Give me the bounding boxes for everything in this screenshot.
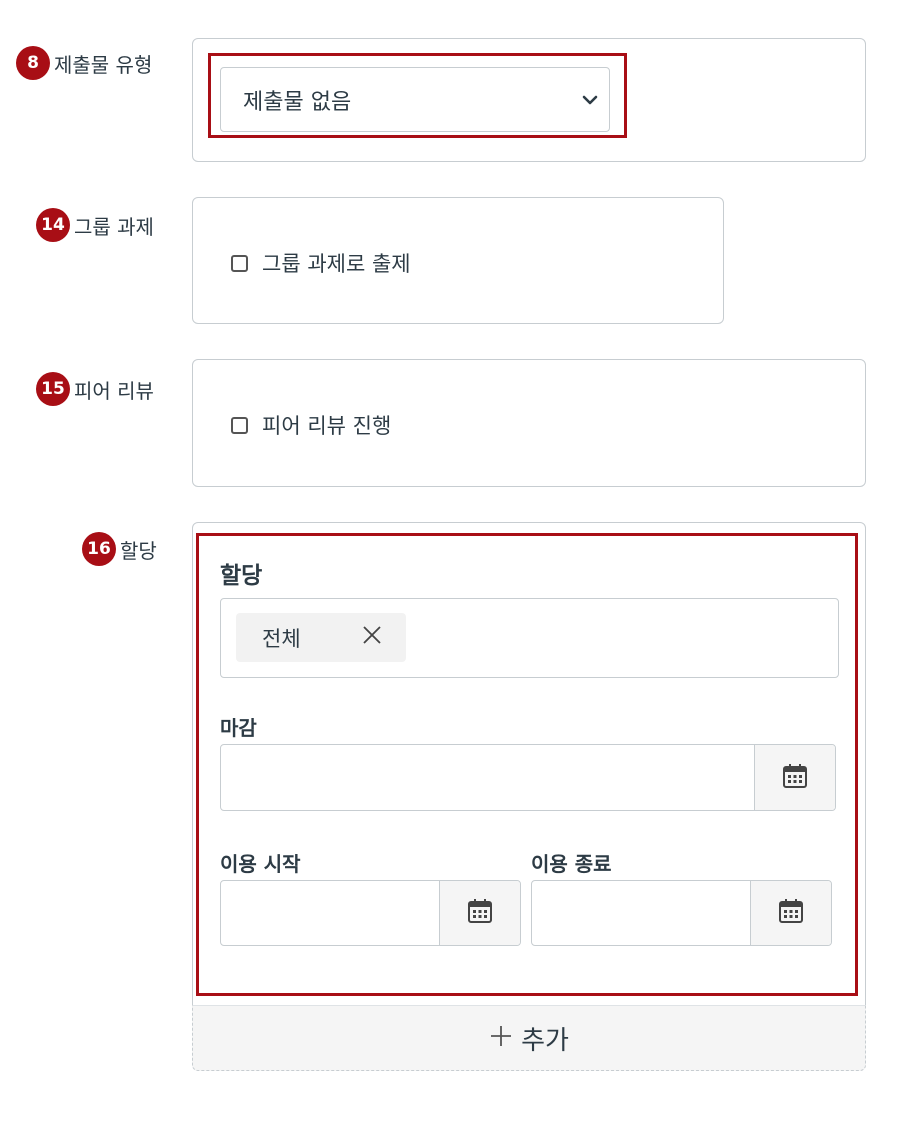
due-date-calendar-button[interactable] [754, 745, 835, 810]
group-assignment-checkbox[interactable] [231, 254, 248, 272]
peer-review-row-label: 15 피어 리뷰 [36, 372, 154, 406]
plus-icon [489, 1022, 513, 1055]
peer-review-checkbox[interactable] [231, 416, 248, 434]
until-input[interactable] [531, 880, 832, 946]
submission-type-select[interactable]: 제출물 없음 [220, 67, 610, 132]
assign-section-title: 할당 [220, 563, 263, 589]
until-label: 이용 종료 [531, 852, 612, 876]
peer-review-checkbox-label: 피어 리뷰 진행 [262, 414, 392, 438]
assign-label: 할당 [120, 538, 157, 563]
add-assignment-button[interactable]: 추가 [192, 1005, 866, 1071]
step-badge: 15 [36, 372, 70, 406]
assign-tag-label: 전체 [262, 626, 301, 651]
due-date-text[interactable] [221, 745, 754, 810]
due-label: 마감 [220, 716, 257, 740]
due-date-input[interactable] [220, 744, 836, 811]
submission-type-selected: 제출물 없음 [243, 89, 352, 115]
group-assignment-label: 그룹 과제 [74, 214, 154, 239]
group-assignment-checkbox-label: 그룹 과제로 출제 [262, 252, 411, 276]
step-badge: 8 [16, 46, 50, 80]
assign-row-label: 16 할당 [82, 532, 157, 566]
calendar-icon [467, 898, 493, 928]
until-text[interactable] [532, 881, 750, 945]
calendar-icon [778, 898, 804, 928]
peer-review-label: 피어 리뷰 [74, 378, 154, 403]
calendar-icon [782, 763, 808, 793]
add-assignment-label: 추가 [521, 1025, 569, 1056]
available-from-text[interactable] [221, 881, 439, 945]
submission-type-label: 제출물 유형 [54, 52, 153, 77]
until-calendar-button[interactable] [750, 881, 831, 945]
step-badge: 16 [82, 532, 116, 566]
peer-review-option[interactable]: 피어 리뷰 진행 [231, 410, 391, 440]
chevron-down-icon [581, 87, 599, 112]
available-from-calendar-button[interactable] [439, 881, 520, 945]
close-icon[interactable] [362, 625, 382, 650]
available-from-input[interactable] [220, 880, 521, 946]
step-badge: 14 [36, 208, 70, 242]
assign-tag: 전체 [236, 613, 406, 662]
submission-type-row-label: 8 제출물 유형 [16, 46, 152, 80]
group-assignment-row-label: 14 그룹 과제 [36, 208, 154, 242]
available-from-label: 이용 시작 [220, 852, 301, 876]
group-assignment-option[interactable]: 그룹 과제로 출제 [231, 248, 411, 278]
